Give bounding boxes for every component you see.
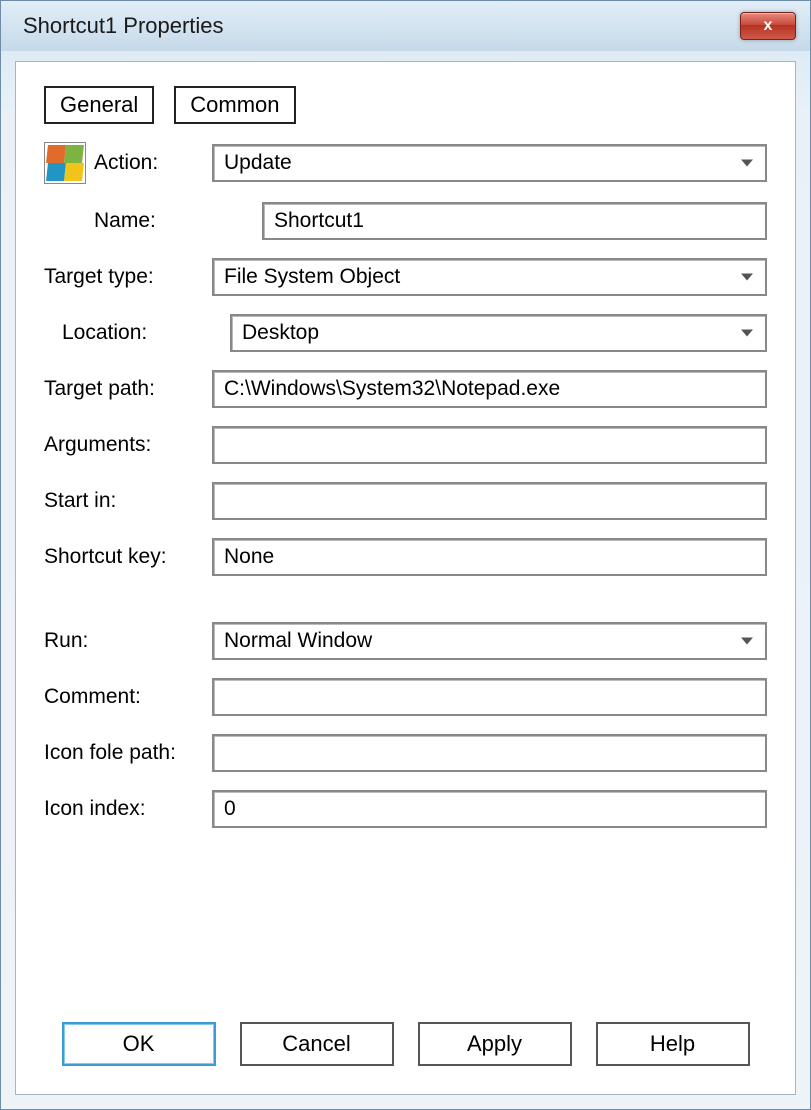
label-comment: Comment: [44, 685, 212, 709]
label-icon-index: Icon index: [44, 797, 212, 821]
row-icon-file-path: Icon fole path: [44, 734, 767, 772]
run-select[interactable]: Normal Window [212, 622, 767, 660]
row-shortcut-key: Shortcut key: None [44, 538, 767, 576]
icon-file-path-input[interactable] [212, 734, 767, 772]
arguments-input[interactable] [212, 426, 767, 464]
help-button[interactable]: Help [596, 1022, 750, 1066]
tab-general[interactable]: General [44, 86, 154, 124]
window-title: Shortcut1 Properties [23, 13, 224, 39]
run-value: Normal Window [224, 629, 372, 653]
label-icon-file-path: Icon fole path: [44, 741, 212, 765]
label-shortcut-key: Shortcut key: [44, 545, 212, 569]
close-icon: x [764, 17, 773, 35]
start-in-input[interactable] [212, 482, 767, 520]
label-name: Name: [44, 209, 262, 233]
row-icon-index: Icon index: 0 [44, 790, 767, 828]
windows-icon [44, 142, 94, 184]
location-value: Desktop [242, 321, 319, 345]
label-target-path: Target path: [44, 377, 212, 401]
title-bar: Shortcut1 Properties x [1, 1, 810, 51]
apply-button[interactable]: Apply [418, 1022, 572, 1066]
label-run: Run: [44, 629, 212, 653]
row-comment: Comment: [44, 678, 767, 716]
row-run: Run: Normal Window [44, 622, 767, 660]
action-value: Update [224, 151, 292, 175]
icon-index-input[interactable]: 0 [212, 790, 767, 828]
row-target-path: Target path: C:\Windows\System32\Notepad… [44, 370, 767, 408]
label-target-type: Target type: [44, 265, 212, 289]
row-target-type: Target type: File System Object [44, 258, 767, 296]
target-path-input[interactable]: C:\Windows\System32\Notepad.exe [212, 370, 767, 408]
shortcut-key-value: None [224, 545, 274, 569]
target-path-value: C:\Windows\System32\Notepad.exe [224, 377, 560, 401]
close-button[interactable]: x [740, 12, 796, 40]
location-select[interactable]: Desktop [230, 314, 767, 352]
form: Action: Update Name: Shortcut1 Target ty… [44, 142, 767, 828]
action-select[interactable]: Update [212, 144, 767, 182]
tab-common[interactable]: Common [174, 86, 295, 124]
icon-index-value: 0 [224, 797, 236, 821]
label-action: Action: [94, 151, 212, 175]
row-action: Action: Update [44, 142, 767, 184]
spacer [44, 594, 767, 604]
row-start-in: Start in: [44, 482, 767, 520]
comment-input[interactable] [212, 678, 767, 716]
name-value: Shortcut1 [274, 209, 364, 233]
label-arguments: Arguments: [44, 433, 212, 457]
ok-button[interactable]: OK [62, 1022, 216, 1066]
target-type-select[interactable]: File System Object [212, 258, 767, 296]
windows-logo-icon [44, 142, 86, 184]
cancel-button[interactable]: Cancel [240, 1022, 394, 1066]
dialog-buttons: OK Cancel Apply Help [16, 1022, 795, 1066]
shortcut-key-input[interactable]: None [212, 538, 767, 576]
properties-dialog: Shortcut1 Properties x General Common Ac… [0, 0, 811, 1110]
label-location: Location: [44, 321, 230, 345]
tab-strip: General Common [44, 86, 767, 124]
label-start-in: Start in: [44, 489, 212, 513]
row-arguments: Arguments: [44, 426, 767, 464]
name-input[interactable]: Shortcut1 [262, 202, 767, 240]
target-type-value: File System Object [224, 265, 400, 289]
row-location: Location: Desktop [44, 314, 767, 352]
client-area: General Common Action: Update Name: Shor… [15, 61, 796, 1095]
row-name: Name: Shortcut1 [44, 202, 767, 240]
